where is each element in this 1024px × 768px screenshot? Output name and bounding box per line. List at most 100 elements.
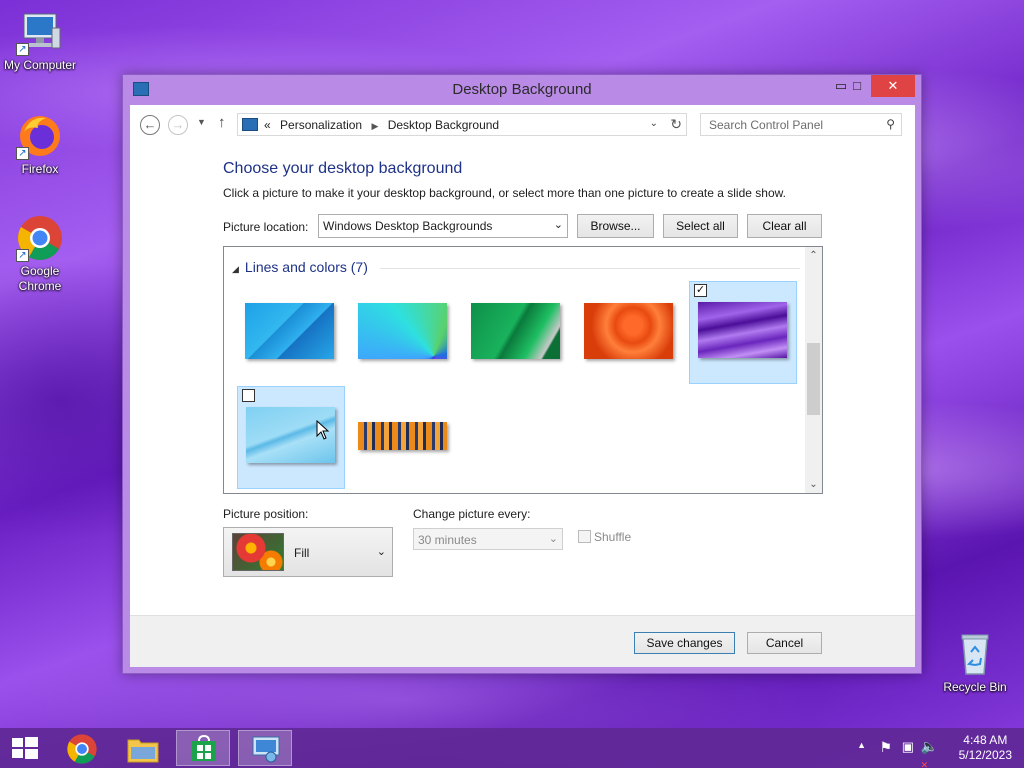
control-panel-icon [242, 118, 258, 131]
picture-position-select[interactable]: Fill ⌄ [223, 527, 393, 577]
scroll-up-icon[interactable]: ⌃ [805, 250, 822, 261]
checkbox-box[interactable] [578, 530, 591, 543]
network-icon[interactable]: ▣ [902, 739, 914, 755]
shortcut-arrow-icon: ↗ [16, 43, 29, 56]
picture-location-label: Picture location: [223, 220, 309, 234]
thumbnail-checkbox[interactable]: ✓ [694, 284, 707, 297]
flower-preview-icon [232, 533, 284, 571]
change-picture-select[interactable]: 30 minutes ⌄ [413, 528, 563, 550]
start-button[interactable] [0, 730, 54, 766]
page-description: Click a picture to make it your desktop … [223, 186, 786, 200]
save-changes-button[interactable]: Save changes [634, 632, 735, 654]
chevron-down-icon: ⌄ [548, 533, 558, 545]
title-bar[interactable]: Desktop Background ▭ □ ✕ [123, 75, 921, 105]
close-button[interactable]: ✕ [871, 75, 915, 97]
picture-gallery[interactable]: ◢ Lines and colors (7) ✓ ⌃ ⌄ [223, 246, 823, 494]
search-box[interactable]: Search Control Panel ⚲ [700, 113, 902, 136]
control-panel-icon [252, 736, 280, 763]
maximize-button[interactable]: □ [844, 75, 870, 97]
taskbar: ▲ ⚑ ▣ 🔈✕ 4:48 AM 5/12/2023 [0, 728, 1024, 768]
wallpaper-thumbnail [584, 303, 673, 359]
scrollbar-thumb[interactable] [807, 343, 820, 415]
window-title: Desktop Background [452, 81, 592, 98]
browse-button[interactable]: Browse... [577, 214, 654, 238]
firefox-icon: ↗ [16, 112, 64, 160]
taskbar-store[interactable] [176, 730, 230, 766]
recycle-bin-icon [951, 630, 999, 678]
thumbnail-orange-fence[interactable] [350, 386, 458, 489]
breadcrumb-overflow[interactable]: « [264, 118, 271, 132]
desktop-icon-google-chrome[interactable]: ↗ Google Chrome [0, 214, 80, 294]
search-icon[interactable]: ⚲ [886, 117, 895, 131]
thumbnail-blue-lines[interactable] [237, 283, 345, 386]
thumbnail-purple-waves[interactable]: ✓ [689, 281, 797, 384]
picture-location-select[interactable]: Windows Desktop Backgrounds ⌄ [318, 214, 568, 238]
desktop-background-window: Desktop Background ▭ □ ✕ ← → ▼ ↑ « Perso… [122, 74, 922, 674]
desktop-icon-firefox[interactable]: ↗ Firefox [0, 112, 80, 177]
forward-arrow-icon[interactable]: → [168, 115, 188, 135]
cancel-button[interactable]: Cancel [747, 632, 822, 654]
chevron-down-icon: ⌄ [553, 219, 563, 231]
address-bar[interactable]: « Personalization ▶ Desktop Background ⌄… [237, 113, 687, 136]
mouse-cursor-icon [316, 420, 330, 440]
picture-position-label: Picture position: [223, 507, 309, 521]
thumbnail-light-blue-curve[interactable] [237, 386, 345, 489]
thumbnail-orange-swirl[interactable] [576, 283, 684, 386]
desktop-icon-label: Google Chrome [18, 264, 62, 293]
wallpaper-thumbnail [245, 303, 334, 359]
chrome-icon [67, 734, 97, 764]
taskbar-control-panel[interactable] [238, 730, 292, 766]
up-arrow-icon[interactable]: ↑ [218, 114, 226, 131]
breadcrumb-separator-icon[interactable]: ▶ [371, 121, 378, 131]
folder-icon [127, 739, 159, 763]
taskbar-chrome[interactable] [56, 730, 110, 766]
picture-location-value: Windows Desktop Backgrounds [323, 219, 493, 233]
shortcut-arrow-icon: ↗ [16, 147, 29, 160]
wallpaper-thumbnail [698, 302, 787, 358]
wallpaper-thumbnail [358, 303, 447, 359]
thumbnail-green-stripes[interactable] [463, 283, 571, 386]
show-hidden-icons-icon[interactable]: ▲ [857, 740, 866, 750]
clock-date: 5/12/2023 [958, 748, 1012, 762]
computer-icon: ↗ [16, 8, 64, 56]
wallpaper-thumbnail [471, 303, 560, 359]
vertical-scrollbar[interactable]: ⌃ ⌄ [805, 247, 822, 493]
shuffle-label: Shuffle [594, 530, 632, 544]
breadcrumb-desktop-background[interactable]: Desktop Background [388, 118, 499, 132]
group-header[interactable]: ◢ Lines and colors (7) [232, 259, 368, 275]
clock-time: 4:48 AM [963, 733, 1008, 747]
desktop-icon-recycle-bin[interactable]: Recycle Bin [935, 630, 1015, 695]
store-icon [192, 735, 216, 761]
refresh-icon[interactable]: ↻ [670, 116, 682, 133]
thumbnail-colorful-fan[interactable] [350, 283, 458, 386]
thumbnail-checkbox[interactable] [242, 389, 255, 402]
taskbar-file-explorer[interactable] [116, 730, 170, 766]
recent-pages-dropdown-icon[interactable]: ▼ [197, 117, 206, 127]
scroll-down-icon[interactable]: ⌄ [805, 479, 822, 490]
shortcut-arrow-icon: ↗ [16, 249, 29, 262]
chrome-icon: ↗ [16, 214, 64, 262]
group-title: Lines and colors (7) [244, 259, 368, 275]
volume-muted-icon[interactable]: 🔈✕ [921, 738, 938, 768]
collapse-triangle-icon[interactable]: ◢ [232, 264, 239, 274]
change-picture-value: 30 minutes [418, 533, 477, 547]
page-title: Choose your desktop background [223, 160, 463, 177]
search-input[interactable]: Search Control Panel [709, 118, 823, 132]
clock[interactable]: 4:48 AM 5/12/2023 [959, 733, 1012, 763]
action-center-flag-icon[interactable]: ⚑ [879, 739, 892, 756]
desktop-icon-label: Recycle Bin [943, 680, 1007, 694]
picture-position-value: Fill [294, 546, 310, 560]
chevron-down-icon: ⌄ [376, 546, 386, 558]
clear-all-button[interactable]: Clear all [747, 214, 822, 238]
back-arrow-icon[interactable]: ← [140, 115, 160, 135]
group-divider [380, 268, 800, 269]
select-all-button[interactable]: Select all [663, 214, 738, 238]
shuffle-checkbox[interactable]: Shuffle [578, 530, 631, 544]
navigation-bar: ← → ▼ ↑ « Personalization ▶ Desktop Back… [130, 105, 915, 143]
wallpaper-thumbnail [358, 422, 447, 450]
window-client-area: ← → ▼ ↑ « Personalization ▶ Desktop Back… [130, 105, 915, 667]
desktop-icon-my-computer[interactable]: ↗ My Computer [0, 8, 80, 73]
address-dropdown-icon[interactable]: ⌄ [650, 118, 658, 129]
breadcrumb-personalization[interactable]: Personalization [280, 118, 362, 132]
dialog-footer: Save changes Cancel [130, 615, 915, 667]
